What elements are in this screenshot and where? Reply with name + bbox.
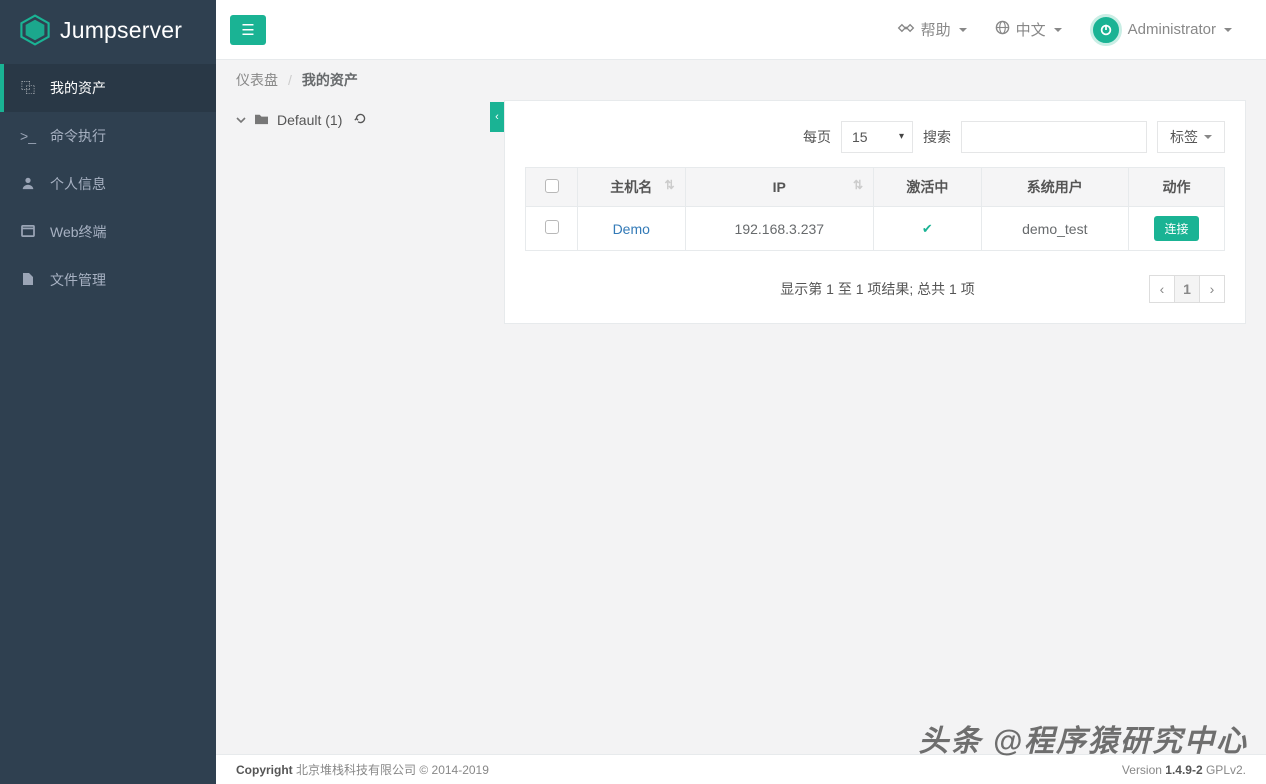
- page-1[interactable]: 1: [1174, 275, 1200, 303]
- user-icon: [20, 176, 36, 193]
- nav-label: Web终端: [50, 222, 107, 242]
- col-hostname[interactable]: 主机名 ⇅: [578, 168, 686, 207]
- nav-item-webterm[interactable]: Web终端: [0, 208, 216, 256]
- tree-root-node[interactable]: Default (1): [236, 110, 490, 130]
- tree-pane: Default (1): [236, 100, 490, 140]
- footer: Copyright 北京堆栈科技有限公司 © 2014-2019 Version…: [216, 754, 1266, 784]
- globe-icon: [995, 20, 1010, 39]
- toggle-sidebar-button[interactable]: ☰: [230, 15, 266, 45]
- per-page-select[interactable]: 15 ▾: [841, 121, 913, 153]
- terminal-icon: >_: [20, 128, 36, 144]
- handshake-icon: [897, 21, 915, 39]
- table-tools: 每页 15 ▾ 搜索 标签: [525, 121, 1225, 153]
- file-icon: [20, 272, 36, 289]
- select-all-checkbox[interactable]: [545, 179, 559, 193]
- breadcrumb-sep: /: [288, 72, 292, 88]
- nav-label: 我的资产: [50, 78, 106, 98]
- asset-table: 主机名 ⇅ IP ⇅ 激活中 系统用户 动作: [525, 167, 1225, 251]
- caret-down-icon: [1054, 28, 1062, 32]
- col-active: 激活中: [874, 168, 982, 207]
- user-menu[interactable]: Administrator: [1076, 14, 1246, 46]
- connect-button[interactable]: 连接: [1154, 216, 1198, 241]
- nav-label: 文件管理: [50, 270, 106, 290]
- sidebar: Jumpserver ⿻ 我的资产 >_ 命令执行 个人信息 Web终端 文: [0, 0, 216, 784]
- nav-list: ⿻ 我的资产 >_ 命令执行 个人信息 Web终端 文件管理: [0, 64, 216, 304]
- col-system-user: 系统用户: [981, 168, 1128, 207]
- nav-item-assets[interactable]: ⿻ 我的资产: [0, 64, 216, 112]
- logo-icon: [18, 13, 52, 47]
- user-label: Administrator: [1128, 21, 1216, 38]
- breadcrumb: 仪表盘 / 我的资产: [216, 60, 1266, 100]
- power-icon: [1090, 14, 1122, 46]
- search-input[interactable]: [961, 121, 1147, 153]
- help-menu[interactable]: 帮助: [883, 19, 981, 40]
- version: Version 1.4.9-2 GPLv2.: [1122, 763, 1246, 777]
- page-prev[interactable]: ‹: [1149, 275, 1175, 303]
- main-pane: 每页 15 ▾ 搜索 标签 主机名: [504, 100, 1246, 324]
- col-action: 动作: [1129, 168, 1225, 207]
- help-label: 帮助: [921, 19, 951, 40]
- lang-menu[interactable]: 中文: [981, 19, 1076, 40]
- caret-down-icon: [1204, 135, 1212, 139]
- nav-label: 个人信息: [50, 174, 106, 194]
- caret-down-icon: [959, 28, 967, 32]
- content: 仪表盘 / 我的资产 Default (1) ‹ 每页: [216, 60, 1266, 754]
- brand-text: Jumpserver: [60, 17, 182, 44]
- sort-icon: ⇅: [853, 178, 863, 192]
- table-footer: 显示第 1 至 1 项结果; 总共 1 项 ‹ 1 ›: [525, 275, 1225, 303]
- copyright: Copyright 北京堆栈科技有限公司 © 2014-2019: [236, 761, 489, 778]
- nav-label: 命令执行: [50, 126, 106, 146]
- caret-down-icon: ▾: [899, 131, 904, 142]
- breadcrumb-root[interactable]: 仪表盘: [236, 70, 278, 90]
- nav-item-files[interactable]: 文件管理: [0, 256, 216, 304]
- table-info: 显示第 1 至 1 项结果; 总共 1 项: [605, 279, 1150, 299]
- system-user-cell: demo_test: [981, 207, 1128, 251]
- ip-cell: 192.168.3.237: [685, 207, 874, 251]
- collapse-tree-button[interactable]: ‹: [490, 102, 504, 132]
- topbar: ☰ 帮助 中文 Administrator: [216, 0, 1266, 60]
- per-page-label: 每页: [803, 127, 831, 147]
- sort-icon: ⇅: [664, 178, 674, 192]
- tag-label: 标签: [1170, 127, 1198, 147]
- hostname-link[interactable]: Demo: [613, 221, 650, 237]
- window-icon: [20, 224, 36, 240]
- check-icon: ✔: [922, 221, 933, 236]
- nav-item-exec[interactable]: >_ 命令执行: [0, 112, 216, 160]
- chevron-down-icon: [236, 112, 246, 128]
- per-page-value: 15: [852, 129, 868, 145]
- copy-icon: ⿻: [20, 78, 36, 98]
- pagination: ‹ 1 ›: [1150, 275, 1225, 303]
- brand[interactable]: Jumpserver: [0, 0, 216, 60]
- refresh-icon[interactable]: [354, 112, 367, 128]
- row-checkbox[interactable]: [545, 220, 559, 234]
- tag-button[interactable]: 标签: [1157, 121, 1225, 153]
- tree-root-label: Default (1): [277, 112, 342, 128]
- page-next[interactable]: ›: [1199, 275, 1225, 303]
- table-row: Demo 192.168.3.237 ✔ demo_test 连接: [526, 207, 1225, 251]
- lang-label: 中文: [1016, 19, 1046, 40]
- breadcrumb-current: 我的资产: [302, 70, 358, 90]
- nav-item-profile[interactable]: 个人信息: [0, 160, 216, 208]
- folder-icon: [254, 112, 269, 128]
- caret-down-icon: [1224, 28, 1232, 32]
- search-label: 搜索: [923, 127, 951, 147]
- col-ip[interactable]: IP ⇅: [685, 168, 874, 207]
